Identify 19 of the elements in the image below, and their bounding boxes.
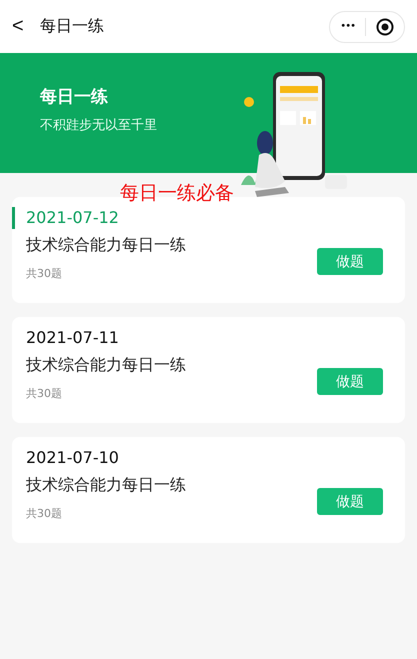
close-target-icon[interactable] — [376, 18, 394, 36]
annotation-text: 每日一练必备 — [120, 181, 234, 206]
banner-title: 每日一练 — [40, 86, 109, 108]
start-button[interactable]: 做题 — [317, 488, 383, 515]
question-count: 共30题 — [26, 266, 63, 281]
date-label: 2021-07-10 — [25, 447, 120, 469]
question-count: 共30题 — [26, 386, 63, 401]
question-count: 共30题 — [26, 506, 63, 521]
exercise-title: 技术综合能力每日一练 — [26, 475, 186, 496]
more-button[interactable]: ••• — [340, 21, 355, 32]
banner-subtitle: 不积跬步无以至千里 — [40, 116, 157, 134]
date-label: 2021-07-12 — [12, 207, 383, 229]
start-button[interactable]: 做题 — [317, 368, 383, 395]
start-button[interactable]: 做题 — [317, 248, 383, 275]
date-label: 2021-07-11 — [25, 327, 120, 349]
page-title: 每日一练 — [40, 16, 105, 37]
exercise-title: 技术综合能力每日一练 — [26, 235, 186, 256]
back-button[interactable]: < — [12, 15, 40, 38]
exercise-title: 技术综合能力每日一练 — [26, 355, 186, 376]
